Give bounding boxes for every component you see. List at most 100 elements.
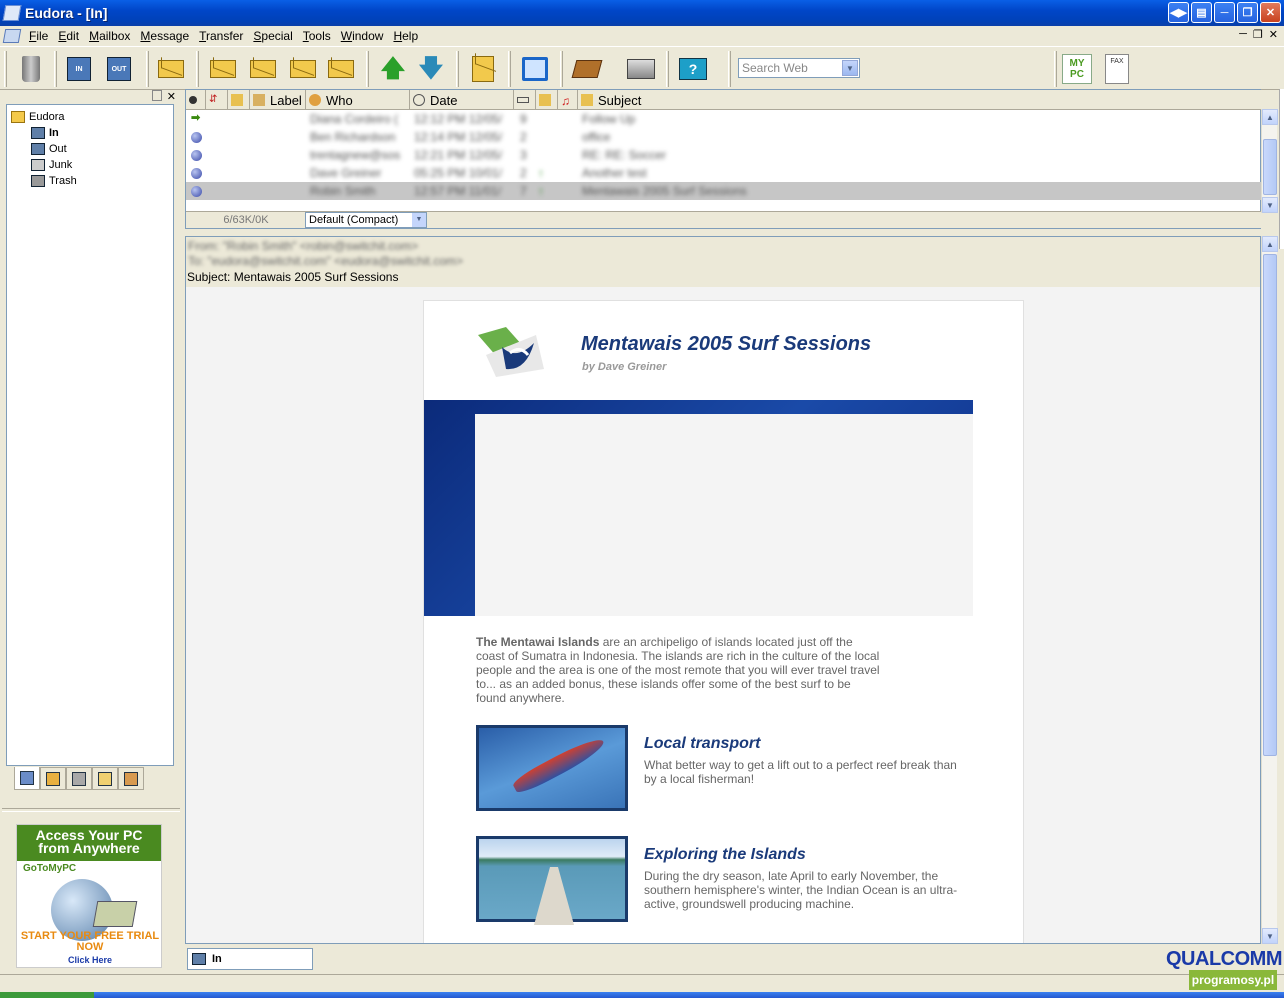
- toolbar-grip[interactable]: [508, 51, 511, 87]
- feature-text: What better way to get a lift out to a p…: [644, 758, 957, 786]
- toolbar-grip[interactable]: [560, 51, 563, 87]
- menu-window[interactable]: Window: [336, 29, 389, 43]
- ad-cta: START YOUR FREE TRIAL NOW: [20, 930, 160, 953]
- address-book-button[interactable]: [570, 52, 604, 86]
- toolbar-grip[interactable]: [196, 51, 199, 87]
- preview-scrollbar[interactable]: ▲ ▼: [1261, 236, 1278, 944]
- mdi-doc-icon[interactable]: [2, 28, 22, 43]
- feature-title[interactable]: Exploring the Islands: [644, 846, 806, 864]
- col-mood[interactable]: ♫: [558, 90, 578, 110]
- col-who[interactable]: Who: [306, 90, 410, 110]
- search-web-input[interactable]: Search Web ▼: [738, 58, 860, 78]
- tab-signatures[interactable]: [66, 767, 92, 790]
- chevron-down-icon[interactable]: ▼: [412, 213, 426, 227]
- col-server[interactable]: [536, 90, 558, 110]
- fax-button[interactable]: FAX: [1100, 52, 1134, 86]
- back-icon[interactable]: ◀▶: [1168, 2, 1189, 23]
- toolbar-grip[interactable]: [146, 51, 149, 87]
- col-priority[interactable]: ⇵: [206, 90, 228, 110]
- new-message-button[interactable]: [154, 52, 188, 86]
- mdi-minimize-button[interactable]: ─: [1239, 28, 1247, 41]
- attach-file-button[interactable]: [466, 52, 500, 86]
- mailbox-in[interactable]: In: [11, 125, 173, 141]
- tab-filters[interactable]: [40, 767, 66, 790]
- feature-title[interactable]: Local transport: [644, 735, 760, 753]
- scroll-thumb[interactable]: [1263, 139, 1277, 195]
- col-status[interactable]: [186, 90, 206, 110]
- feature-text: During the dry season, late April to ear…: [644, 869, 958, 911]
- col-subject[interactable]: Subject: [578, 90, 1262, 110]
- next-message-button[interactable]: 🡇: [414, 52, 448, 86]
- start-button[interactable]: [0, 992, 94, 998]
- menu-message[interactable]: Message: [135, 29, 194, 43]
- read-status-icon: [191, 168, 202, 179]
- toolbar-grip[interactable]: [366, 51, 369, 87]
- maximize-button[interactable]: ❐: [1237, 2, 1258, 23]
- col-date[interactable]: Date: [410, 90, 514, 110]
- scroll-thumb[interactable]: [1263, 254, 1277, 756]
- scroll-up-icon[interactable]: ▲: [1262, 109, 1278, 125]
- close-button[interactable]: ✕: [1260, 2, 1281, 23]
- table-row-selected[interactable]: Robin Smith 12:57 PM 11/01/ 7 ↑ Mentawai…: [186, 182, 1262, 200]
- trash-button[interactable]: [14, 52, 48, 86]
- mypc-button[interactable]: MY PC: [1060, 52, 1094, 86]
- gotomypc-ad[interactable]: Access Your PC from Anywhere GoToMyPC ST…: [16, 824, 162, 968]
- minimize-button[interactable]: ─: [1214, 2, 1235, 23]
- menu-edit[interactable]: Edit: [53, 29, 84, 43]
- forward-button[interactable]: [286, 52, 320, 86]
- toolbar-grip[interactable]: [666, 51, 669, 87]
- toolbar-grip[interactable]: [4, 51, 7, 87]
- tab-mailboxes[interactable]: [14, 767, 40, 790]
- help-button[interactable]: ?: [676, 52, 710, 86]
- scroll-up-icon[interactable]: ▲: [1262, 236, 1278, 252]
- row-size: 9: [520, 112, 527, 126]
- row-size: 3: [520, 148, 527, 162]
- table-row[interactable]: Dave Greiner 05:25 PM 10/01/ 2 ↑ Another…: [186, 164, 1262, 182]
- table-row[interactable]: trentagnew@sos 12:21 PM 12/05/ 3 RE: RE:…: [186, 146, 1262, 164]
- menu-help[interactable]: Help: [388, 29, 423, 43]
- toolbar-grip[interactable]: [54, 51, 57, 87]
- pin-icon[interactable]: [152, 90, 162, 101]
- view-select[interactable]: Default (Compact) ▼: [305, 212, 427, 228]
- toolbar-grip[interactable]: [728, 51, 731, 87]
- mdi-close-button[interactable]: ✕: [1269, 28, 1278, 41]
- table-row[interactable]: Ben Richardson 12:14 PM 12/05/ 2 office: [186, 128, 1262, 146]
- col-size[interactable]: [514, 90, 536, 110]
- reply-button[interactable]: [206, 52, 240, 86]
- col-label[interactable]: Label: [250, 90, 306, 110]
- menu-tools[interactable]: Tools: [298, 29, 336, 43]
- toolbar-grip[interactable]: [456, 51, 459, 87]
- date-column-icon: [413, 94, 425, 106]
- check-mail-button[interactable]: IN: [62, 52, 96, 86]
- reply-all-button[interactable]: [246, 52, 280, 86]
- window-tab-in[interactable]: In: [187, 948, 313, 970]
- ad-click-link[interactable]: Click Here: [17, 955, 161, 965]
- restore-app-icon[interactable]: ▤: [1191, 2, 1212, 23]
- mailbox-junk[interactable]: Junk: [11, 157, 173, 173]
- find-button[interactable]: [518, 52, 552, 86]
- mailbox-trash[interactable]: Trash: [11, 173, 173, 189]
- list-header: ⇵ Label Who Date ♫ Subject: [186, 90, 1262, 110]
- send-queued-button[interactable]: OUT: [102, 52, 136, 86]
- redirect-button[interactable]: [324, 52, 358, 86]
- mdi-restore-button[interactable]: ❐: [1253, 28, 1263, 41]
- tab-stationery[interactable]: [92, 767, 118, 790]
- toolbar-grip[interactable]: [1054, 51, 1057, 87]
- close-panel-icon[interactable]: ✕: [167, 90, 176, 103]
- previous-message-button[interactable]: 🡅: [376, 52, 410, 86]
- mailbox-root[interactable]: Eudora: [11, 109, 173, 125]
- table-row[interactable]: ➡ Diana Cordeiro ( 12:12 PM 12/05/ 9 Fol…: [186, 110, 1262, 128]
- menu-transfer[interactable]: Transfer: [194, 29, 248, 43]
- print-button[interactable]: [624, 52, 658, 86]
- eudora-app-icon[interactable]: [2, 5, 22, 21]
- menu-file[interactable]: File: [24, 29, 53, 43]
- scroll-down-icon[interactable]: ▼: [1262, 197, 1278, 213]
- menu-mailbox[interactable]: Mailbox: [84, 29, 135, 43]
- col-attachment[interactable]: [228, 90, 250, 110]
- chevron-down-icon[interactable]: ▼: [842, 60, 858, 76]
- scroll-down-icon[interactable]: ▼: [1262, 928, 1278, 944]
- mailbox-out[interactable]: Out: [11, 141, 173, 157]
- tab-personalities[interactable]: [118, 767, 144, 790]
- list-scrollbar[interactable]: ▲ ▼: [1261, 109, 1278, 213]
- menu-special[interactable]: Special: [248, 29, 297, 43]
